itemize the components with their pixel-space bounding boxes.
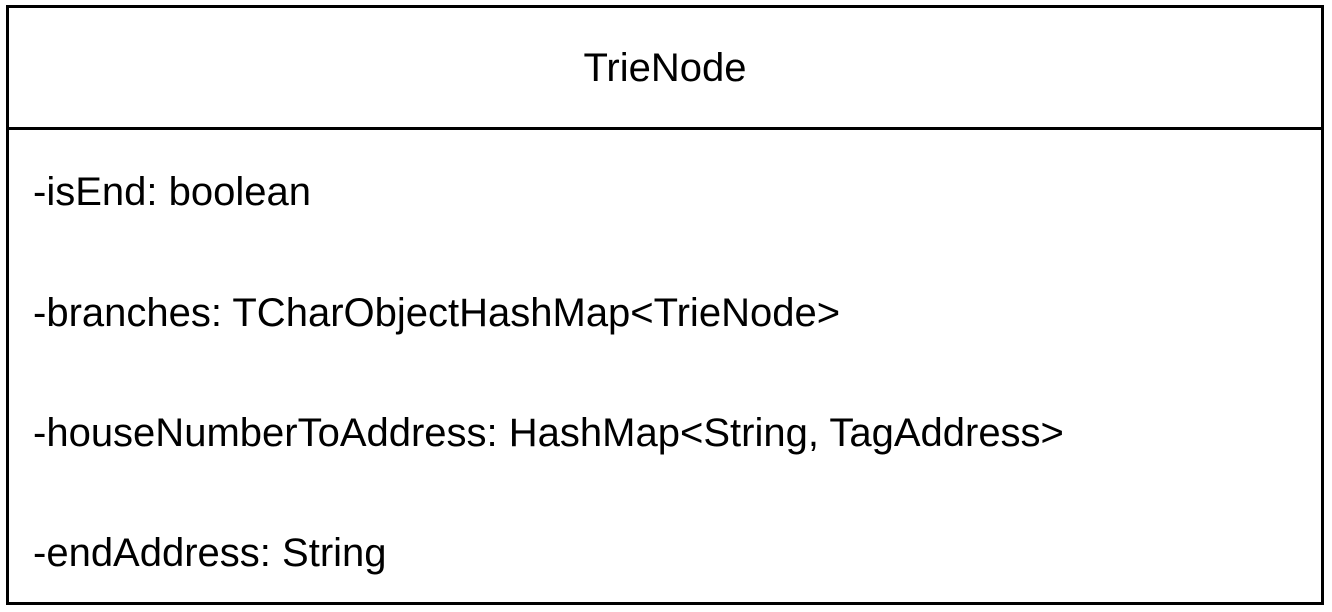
attribute-end-address: -endAddress: String (33, 531, 387, 575)
class-name: TrieNode (583, 45, 747, 90)
attribute-compartment: -isEnd: boolean -branches: TCharObjectHa… (9, 130, 1321, 602)
class-header: TrieNode (9, 8, 1321, 130)
attribute-is-end: -isEnd: boolean (33, 170, 311, 214)
attribute-branches: -branches: TCharObjectHashMap<TrieNode> (33, 291, 841, 335)
uml-class-box: TrieNode -isEnd: boolean -branches: TCha… (6, 5, 1324, 605)
attribute-house-number-to-address: -houseNumberToAddress: HashMap<String, T… (33, 411, 1064, 455)
